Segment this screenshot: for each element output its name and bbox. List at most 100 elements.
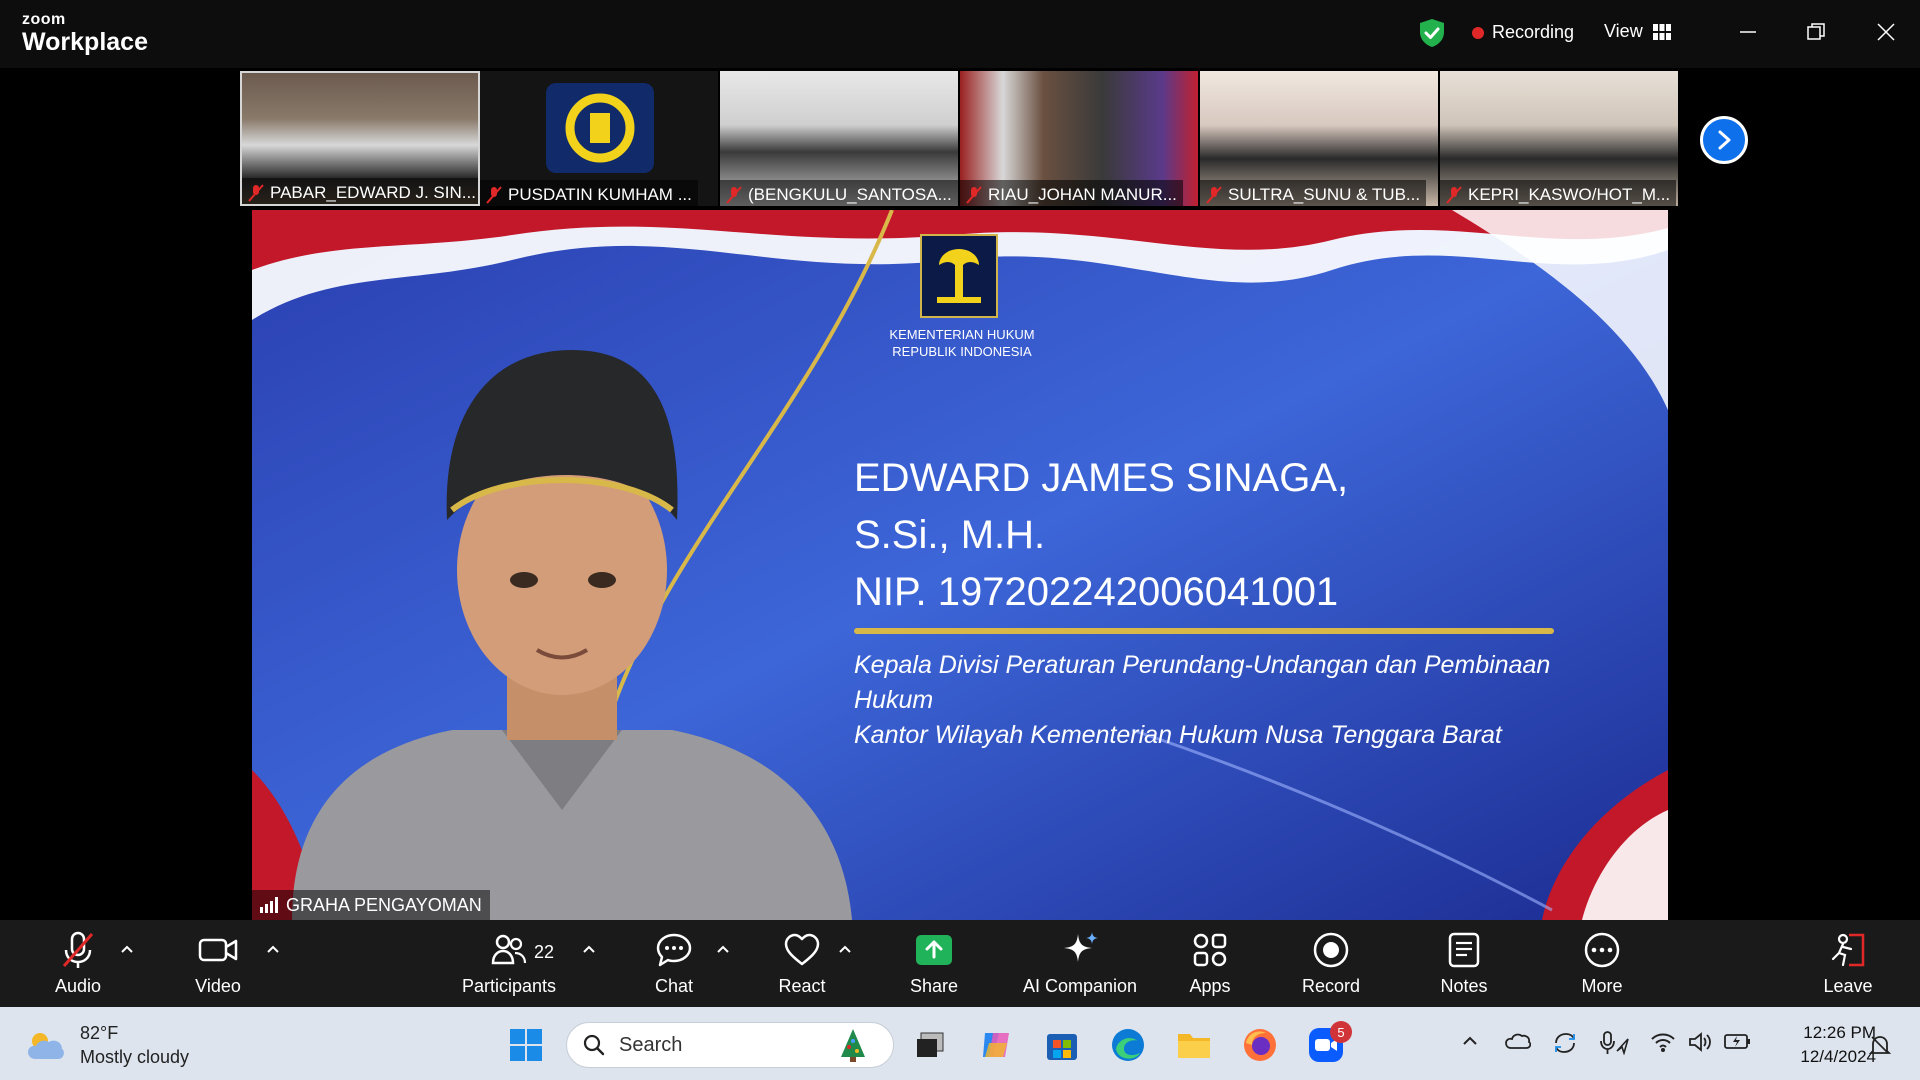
record-button[interactable]: Record — [1271, 928, 1391, 997]
store-icon — [1047, 1034, 1077, 1060]
restore-button[interactable] — [1796, 14, 1836, 50]
participant-tile[interactable]: SULTRA_SUNU & TUB... — [1200, 71, 1440, 206]
taskbar-search[interactable]: Search — [566, 1022, 894, 1068]
microphone-location-icon[interactable] — [1600, 1031, 1630, 1055]
brand-workplace: Workplace — [22, 28, 148, 56]
task-view-button[interactable] — [910, 1025, 950, 1065]
participant-name: SULTRA_SUNU & TUB... — [1228, 184, 1421, 204]
official-portrait — [292, 350, 852, 920]
description-line-3: Kantor Wilayah Kementerian Hukum Nusa Te… — [854, 721, 1502, 749]
edge-browser-button[interactable] — [1108, 1025, 1148, 1065]
volume-icon[interactable] — [1688, 1031, 1712, 1053]
folder-icon — [1178, 1034, 1210, 1058]
share-button[interactable]: Share — [874, 928, 994, 997]
main-video-tile[interactable]: KEMENTERIAN HUKUM REPUBLIK INDONESIA EDW… — [252, 210, 1668, 920]
participant-name-tag: SULTRA_SUNU & TUB... — [1200, 180, 1427, 206]
main-video-name-tag: GRAHA PENGAYOMAN — [252, 890, 490, 920]
participant-tile[interactable]: KEPRI_KASWO/HOT_M... — [1440, 71, 1680, 206]
recording-label: Recording — [1492, 22, 1575, 42]
windows-logo-icon — [510, 1029, 542, 1061]
close-icon — [1877, 23, 1895, 41]
search-icon — [583, 1034, 605, 1056]
react-options-chevron-up-icon[interactable] — [836, 940, 854, 958]
wifi-icon[interactable] — [1650, 1031, 1676, 1053]
main-video-name: GRAHA PENGAYOMAN — [286, 894, 482, 915]
record-icon — [1313, 932, 1349, 968]
chat-button[interactable]: Chat — [614, 928, 734, 997]
mic-muted-icon — [1206, 185, 1222, 204]
search-placeholder: Search — [619, 1033, 683, 1056]
mic-muted-icon — [62, 931, 94, 968]
more-button[interactable]: More — [1542, 928, 1662, 997]
mic-muted-icon — [966, 185, 982, 204]
sparkle-icon — [1064, 932, 1098, 962]
apps-button[interactable]: Apps — [1150, 928, 1270, 997]
file-explorer-button[interactable] — [1174, 1025, 1214, 1065]
view-label: View — [1604, 21, 1643, 41]
sync-icon[interactable] — [1552, 1031, 1578, 1055]
microsoft-store-button[interactable] — [1042, 1025, 1082, 1065]
leave-button[interactable]: Leave — [1788, 928, 1908, 997]
view-button[interactable]: View — [1604, 21, 1671, 42]
onedrive-cloud-icon[interactable] — [1505, 1031, 1531, 1051]
leave-door-icon — [1831, 933, 1865, 967]
notes-button[interactable]: Notes — [1404, 928, 1524, 997]
minimize-icon — [1740, 31, 1756, 33]
ministry-logo-icon — [546, 83, 654, 173]
participant-name-tag: RIAU_JOHAN MANUR... — [960, 180, 1183, 206]
grid-icon — [1652, 23, 1671, 40]
recording-indicator[interactable]: Recording — [1472, 22, 1574, 43]
cloudy-weather-icon — [28, 1033, 64, 1059]
christmas-tree-icon — [841, 1029, 865, 1062]
brand-zoom: zoom — [22, 11, 66, 28]
leave-label: Leave — [1823, 976, 1873, 996]
video-thumbnail-strip: PABAR_EDWARD J. SIN... PUSDATIN KUMHAM .… — [240, 71, 1680, 206]
close-button[interactable] — [1866, 14, 1906, 50]
firefox-button[interactable] — [1240, 1025, 1280, 1065]
ministry-name-line-1: KEMENTERIAN HUKUM — [889, 327, 1035, 342]
system-clock[interactable]: 12:26 PM 12/4/2024 — [1768, 1021, 1876, 1069]
record-label: Record — [1301, 976, 1361, 996]
official-description: Kepala Divisi Peraturan Perundang-Undang… — [854, 648, 1594, 753]
participant-tile[interactable]: PUSDATIN KUMHAM ... — [480, 71, 720, 206]
minimize-button[interactable] — [1728, 14, 1768, 50]
recording-dot-icon — [1472, 26, 1484, 39]
video-options-chevron-up-icon[interactable] — [264, 940, 282, 958]
video-label: Video — [195, 976, 241, 996]
weather-description: Mostly cloudy — [80, 1047, 190, 1067]
edge-icon — [1112, 1029, 1144, 1061]
weather-temperature: 82°F — [80, 1023, 119, 1043]
clock-date: 12/4/2024 — [1800, 1047, 1876, 1066]
description-line-2: Hukum — [854, 686, 934, 714]
pengayoman-tree-icon — [937, 249, 981, 303]
weather-widget[interactable]: 82°F Mostly cloudy — [26, 1021, 189, 1069]
ministry-name-line-2: REPUBLIK INDONESIA — [892, 344, 1032, 359]
battery-charging-icon[interactable] — [1724, 1031, 1752, 1051]
shield-check-icon[interactable] — [1418, 18, 1446, 48]
participants-options-chevron-up-icon[interactable] — [580, 940, 598, 958]
notification-bell-icon[interactable] — [1868, 1033, 1892, 1057]
copilot-button[interactable] — [976, 1025, 1016, 1065]
start-button[interactable] — [506, 1025, 546, 1065]
title-bar: zoom Workplace Recording View — [0, 0, 1920, 68]
participant-name-tag: KEPRI_KASWO/HOT_M... — [1440, 180, 1677, 206]
task-view-icon — [917, 1032, 944, 1057]
share-screen-icon — [916, 935, 952, 965]
description-line-1: Kepala Divisi Peraturan Perundang-Undang… — [854, 651, 1551, 679]
official-nip: NIP. 197202242006041001 — [854, 570, 1339, 614]
windows-taskbar: 82°F Mostly cloudy Search 5 12:26 PM 12/… — [0, 1007, 1920, 1080]
next-page-button[interactable] — [1700, 116, 1748, 164]
video-button[interactable]: Video — [158, 928, 278, 997]
chat-options-chevron-up-icon[interactable] — [714, 940, 732, 958]
participant-name: RIAU_JOHAN MANUR... — [988, 184, 1177, 204]
more-label: More — [1581, 976, 1623, 996]
clock-time: 12:26 PM — [1803, 1023, 1876, 1042]
participant-tile[interactable]: PABAR_EDWARD J. SIN... — [240, 71, 480, 206]
ai-companion-button[interactable]: AI Companion — [1010, 928, 1150, 997]
audio-options-chevron-up-icon[interactable] — [118, 940, 136, 958]
audio-button[interactable]: Audio — [18, 928, 138, 997]
participant-tile[interactable]: RIAU_JOHAN MANUR... — [960, 71, 1200, 206]
participant-tile[interactable]: (BENGKULU_SANTOSA... — [720, 71, 960, 206]
show-hidden-icons-chevron-up-icon[interactable] — [1460, 1031, 1480, 1051]
react-button[interactable]: React — [742, 928, 862, 997]
